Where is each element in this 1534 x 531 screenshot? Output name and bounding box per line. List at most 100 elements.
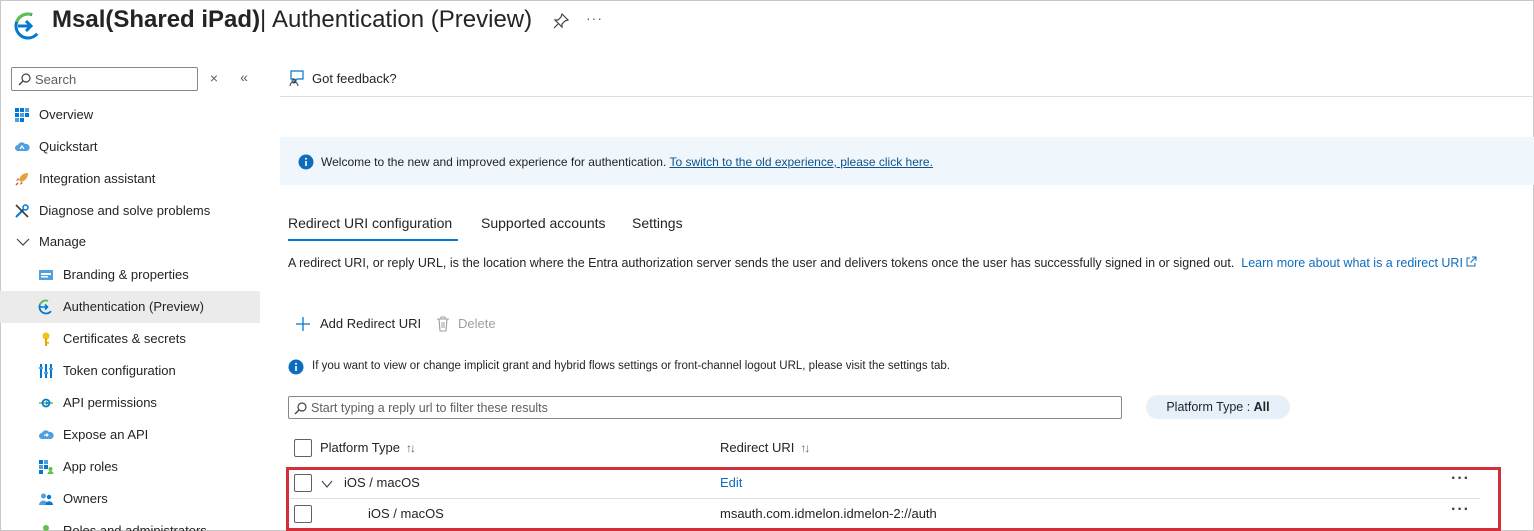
sidebar-search[interactable] (11, 67, 198, 91)
sidebar-item-branding[interactable]: Branding & properties (0, 259, 260, 291)
reply-url-filter-input[interactable] (311, 399, 1111, 416)
cloud-icon (15, 142, 30, 151)
sidebar-item-label: Overview (39, 107, 94, 122)
title-separator: | (260, 6, 267, 33)
row-more-button[interactable]: ··· (1451, 470, 1470, 488)
chevron-down-icon (16, 238, 30, 246)
select-all-checkbox[interactable] (294, 439, 312, 457)
active-tab-indicator (288, 239, 458, 241)
platform-cell: iOS / macOS (344, 475, 420, 490)
table-row-group: iOS / macOS Edit ··· (290, 468, 1480, 499)
sidebar-item-label: Diagnose and solve problems (39, 203, 211, 218)
overview-grid-icon (15, 108, 29, 122)
sidebar-item-label: Branding & properties (63, 267, 189, 282)
sidebar-item-roles-administrators[interactable]: Roles and administrators (0, 515, 260, 531)
sidebar-item-label: Token configuration (63, 363, 176, 378)
add-redirect-uri-label: Add Redirect URI (320, 316, 422, 331)
info-icon (288, 359, 304, 375)
sidebar-item-label: Manage (39, 234, 86, 249)
tab-redirect-uri-configuration[interactable]: Redirect URI configuration (288, 215, 452, 241)
chevron-down-icon[interactable] (321, 478, 333, 490)
sidebar-item-api-permissions[interactable]: API permissions (0, 387, 260, 419)
sidebar-item-authentication[interactable]: Authentication (Preview) (0, 291, 260, 323)
sidebar-group-manage[interactable]: Manage (0, 226, 260, 258)
sidebar-item-certificates[interactable]: Certificates & secrets (0, 323, 260, 355)
sidebar-item-quickstart[interactable]: Quickstart (0, 131, 260, 163)
row-checkbox[interactable] (294, 505, 312, 523)
app-registration-logo-icon (14, 12, 42, 40)
plus-icon (296, 317, 310, 331)
sidebar-item-diagnose[interactable]: Diagnose and solve problems (0, 195, 260, 227)
banner-message: Welcome to the new and improved experien… (321, 155, 667, 169)
edit-link[interactable]: Edit (720, 475, 742, 490)
sidebar-item-overview[interactable]: Overview (0, 99, 260, 131)
banner-text: Welcome to the new and improved experien… (321, 155, 933, 169)
table-row: iOS / macOS msauth.com.idmelon.idmelon-2… (290, 499, 1480, 530)
feedback-person-icon (289, 70, 304, 87)
sidebar-item-label: Owners (63, 491, 108, 506)
main-content: Got feedback? Welcome to the new and imp… (280, 60, 1534, 531)
sidebar-item-label: Integration assistant (39, 171, 156, 186)
feedback-label: Got feedback? (312, 71, 397, 86)
rocket-icon (15, 173, 28, 186)
platform-type-filter-pill[interactable]: Platform Type : All (1146, 395, 1290, 419)
redirect-uri-header-label: Redirect URI (720, 440, 795, 455)
delete-label: Delete (458, 316, 496, 331)
row-more-button[interactable]: ··· (1451, 501, 1470, 519)
sort-icon: ↑↓ (405, 441, 416, 455)
key-icon (42, 332, 50, 346)
app-roles-icon (39, 460, 54, 474)
command-bar-divider (280, 96, 1534, 97)
cloud-expose-icon (39, 430, 54, 439)
tab-settings[interactable]: Settings (632, 215, 683, 241)
sidebar-item-label: App roles (63, 459, 118, 474)
info-banner: Welcome to the new and improved experien… (280, 137, 1534, 185)
api-permissions-icon (39, 398, 53, 408)
column-header-redirect-uri[interactable]: Redirect URI ↑↓ (720, 440, 810, 455)
info-icon (298, 154, 314, 170)
sidebar-item-expose-api[interactable]: Expose an API (0, 419, 260, 451)
redirect-uri-description: A redirect URI, or reply URL, is the loc… (288, 255, 1488, 272)
search-icon (294, 402, 307, 415)
column-header-platform-type[interactable]: Platform Type ↑↓ (320, 440, 416, 455)
sidebar-item-label: Quickstart (39, 139, 98, 154)
trash-icon (437, 316, 449, 332)
sidebar-item-label: Roles and administrators (63, 523, 207, 531)
sidebar-item-token-configuration[interactable]: Token configuration (0, 355, 260, 387)
learn-more-label: Learn more about what is a redirect URI (1241, 256, 1463, 270)
pin-icon[interactable] (552, 12, 570, 30)
sort-icon: ↑↓ (800, 441, 810, 455)
owners-icon (39, 493, 53, 505)
platform-cell: iOS / macOS (368, 506, 444, 521)
sidebar: × « Overview Quickstart Integration assi… (0, 60, 262, 531)
platform-type-pill-label: Platform Type : (1166, 400, 1254, 414)
collapse-sidebar-button[interactable]: « (236, 69, 252, 85)
external-link-icon (1466, 256, 1477, 267)
sidebar-item-label: Certificates & secrets (63, 331, 186, 346)
sidebar-item-integration-assistant[interactable]: Integration assistant (0, 163, 260, 195)
redirect-uri-cell: msauth.com.idmelon.idmelon-2://auth (720, 506, 937, 521)
sidebar-item-label: Expose an API (63, 427, 149, 442)
tab-supported-accounts[interactable]: Supported accounts (481, 215, 606, 241)
description-text: A redirect URI, or reply URL, is the loc… (288, 256, 1235, 270)
reply-url-filter[interactable] (288, 396, 1122, 419)
platform-type-pill-value: All (1253, 400, 1270, 414)
settings-info-text: If you want to view or change implicit g… (312, 360, 950, 372)
switch-old-experience-link[interactable]: To switch to the old experience, please … (669, 155, 932, 169)
more-options-button[interactable]: ··· (586, 10, 603, 26)
row-checkbox[interactable] (294, 474, 312, 492)
authentication-icon (38, 299, 54, 315)
learn-more-redirect-uri-link[interactable]: Learn more about what is a redirect URI (1241, 256, 1477, 270)
sidebar-item-owners[interactable]: Owners (0, 483, 260, 515)
clear-search-button[interactable]: × (207, 70, 221, 86)
sidebar-search-input[interactable] (35, 70, 195, 88)
roles-icon (43, 525, 49, 531)
token-bars-icon (39, 364, 53, 378)
search-icon (18, 73, 31, 86)
blade-header: Msal(Shared iPad) | Authentication (Prev… (0, 0, 1534, 44)
platform-type-header-label: Platform Type (320, 440, 400, 455)
wrench-icon (15, 204, 29, 218)
sidebar-item-app-roles[interactable]: App roles (0, 451, 260, 483)
page-title-blade-name: Authentication (Preview) (272, 6, 533, 33)
sidebar-item-label: API permissions (63, 395, 157, 410)
